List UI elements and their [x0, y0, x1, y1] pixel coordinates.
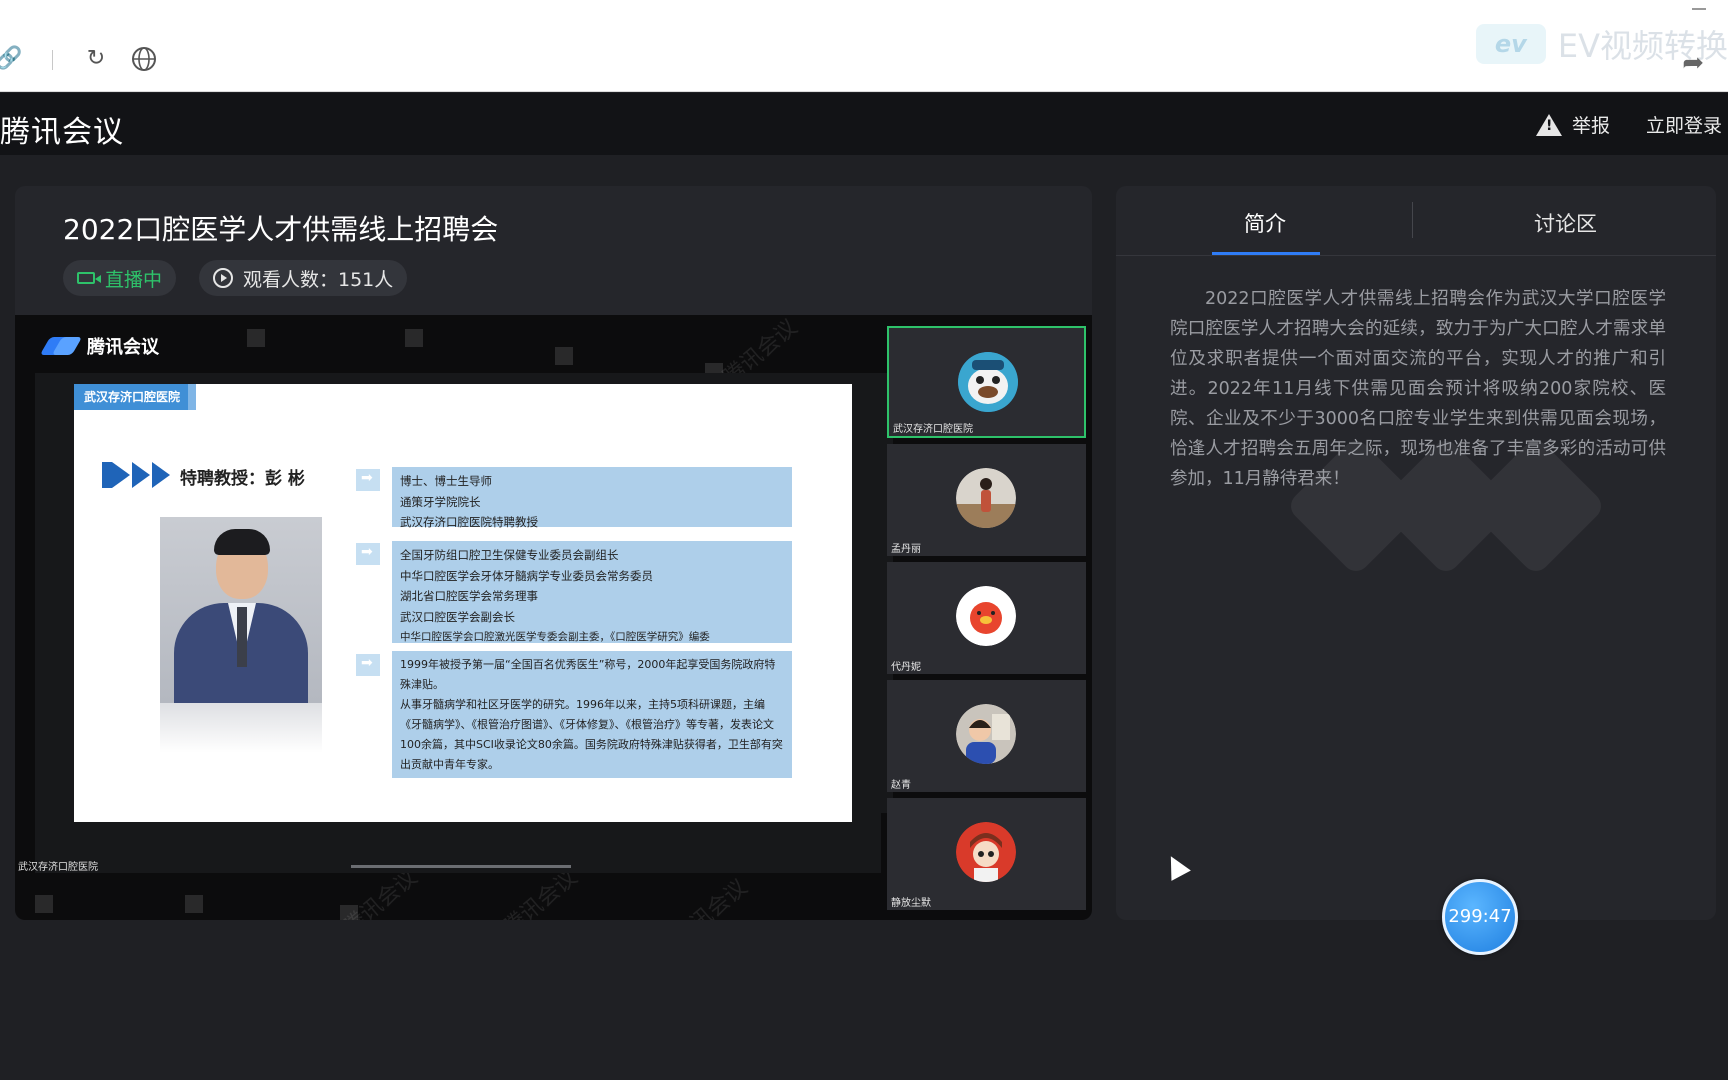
participant-list: 武汉存济口腔医院 孟丹丽 代丹妮 赵青 静放尘默 — [887, 326, 1087, 910]
tab-intro[interactable]: 简介 — [1244, 208, 1286, 238]
person-avatar-icon — [956, 468, 1016, 528]
info-block: 博士、博士生导师 通策牙学院院长 武汉存济口腔医院特聘教授 — [392, 467, 792, 529]
slide-scrollbar[interactable] — [351, 865, 571, 868]
info-line: 中华口腔医学会口腔激光医学专委会副主委，《口腔医学研究》编委 — [400, 631, 710, 643]
meeting-logo-text: 腾讯会议 — [87, 337, 159, 358]
login-button[interactable]: 立即登录 — [1646, 111, 1722, 138]
info-line: 从事牙髓病学和社区牙医学的研究。1996年以来，主持5项科研课题，主编《牙髓病学… — [400, 698, 783, 771]
live-badge: 直播中 — [63, 260, 177, 296]
intro-text: 2022口腔医学人才供需线上招聘会作为武汉大学口腔医学院口腔医学人才招聘大会的延… — [1170, 289, 1666, 489]
professor-photo — [160, 517, 322, 703]
participant-tile[interactable]: 静放尘默 — [887, 798, 1086, 910]
live-panel: 2022口腔医学人才供需线上招聘会 直播中 观看人数：151人 腾讯会议 腾讯会… — [15, 186, 1092, 920]
report-button[interactable]: 举报 — [1536, 111, 1610, 138]
pig-avatar-icon — [956, 586, 1016, 646]
info-line: 湖北省口腔医学会常务理事 — [400, 589, 538, 603]
anime-avatar-icon — [956, 822, 1016, 882]
active-tab-indicator — [1212, 252, 1320, 255]
bullet-arrow-icon — [356, 543, 380, 565]
shared-screen: 武汉存济口腔医院 特聘教授：彭 彬 博士、博士生导师 通策牙学院院长 — [35, 373, 881, 873]
app-title: 腾讯会议 — [0, 115, 124, 150]
info-line: 全国牙防组口腔卫生保健专业委员会副组长 — [400, 548, 619, 562]
photo-reflection — [160, 703, 322, 753]
share-icon[interactable]: ➦ — [1682, 48, 1704, 78]
warning-icon — [1536, 113, 1562, 136]
participant-name: 孟丹丽 — [891, 544, 921, 555]
bullet-arrow-icon — [356, 654, 380, 676]
info-line: 通策牙学院院长 — [400, 494, 481, 509]
presentation-slide: 武汉存济口腔医院 特聘教授：彭 彬 博士、博士生导师 通策牙学院院长 — [74, 384, 852, 822]
globe-icon[interactable] — [129, 44, 159, 74]
bullet-arrow-icon — [356, 469, 380, 491]
camera-icon — [77, 272, 101, 284]
recording-timer[interactable]: 299:47 — [1442, 879, 1518, 955]
participant-tile[interactable]: 孟丹丽 — [887, 444, 1086, 556]
participant-name: 武汉存济口腔医院 — [893, 424, 973, 435]
info-block: 全国牙防组口腔卫生保健专业委员会副组长 中华口腔医学会牙体牙髓病学专业委员会常务… — [392, 541, 792, 643]
slide-arrows-icon — [102, 462, 172, 488]
watermark-mark — [185, 895, 203, 913]
info-block: 1999年被授予第一届“全国百名优秀医生”称号，2000年起享受国务院政府特殊津… — [392, 651, 792, 778]
info-panel: 简介 讨论区 2022口腔医学人才供需线上招聘会作为武汉大学口腔医学院口腔医学人… — [1116, 186, 1716, 920]
toolbar-separator — [52, 50, 53, 70]
info-tabs: 简介 讨论区 — [1116, 186, 1716, 256]
info-line: 武汉存济口腔医院特聘教授 — [400, 515, 538, 529]
app-header: 腾讯会议 举报 立即登录 — [0, 93, 1728, 155]
live-label: 直播中 — [105, 268, 163, 291]
participant-tile[interactable]: 代丹妮 — [887, 562, 1086, 674]
participant-name: 代丹妮 — [891, 662, 921, 673]
watermark-mark — [405, 329, 423, 347]
tab-discussion[interactable]: 讨论区 — [1534, 208, 1597, 238]
video-player[interactable]: 腾讯会议 腾讯会议 腾讯会议 腾讯会议 腾讯会议 武汉存济口腔医院 特聘教授：彭… — [15, 315, 1092, 920]
participant-name: 静放尘默 — [891, 898, 931, 909]
slide-tag: 武汉存济口腔医院 — [74, 384, 197, 410]
ev-logo: ev — [1475, 24, 1546, 64]
viewer-count: 观看人数：151人 — [243, 268, 394, 291]
video-watermark: 腾讯会议 — [668, 875, 753, 920]
participant-tile[interactable]: 武汉存济口腔医院 — [887, 326, 1086, 438]
watermark-mark — [555, 347, 573, 365]
event-title: 2022口腔医学人才供需线上招聘会 — [63, 213, 499, 246]
cartoon-avatar-icon — [958, 352, 1018, 412]
watermark-mark — [35, 895, 53, 913]
refresh-icon[interactable]: ↻ — [81, 44, 111, 74]
speaker-caption: 武汉存济口腔医院 — [18, 862, 98, 873]
info-line: 中华口腔医学会牙体牙髓病学专业委员会常务委员 — [400, 568, 653, 583]
info-line: 1999年被授予第一届“全国百名优秀医生”称号，2000年起享受国务院政府特殊津… — [400, 658, 776, 691]
info-line: 博士、博士生导师 — [400, 474, 492, 488]
tab-divider — [1412, 202, 1413, 238]
participant-name: 赵青 — [891, 780, 911, 791]
child-avatar-icon — [956, 704, 1016, 764]
participant-tile[interactable]: 赵青 — [887, 680, 1086, 792]
report-label: 举报 — [1572, 115, 1611, 137]
minimize-icon[interactable] — [1692, 8, 1706, 10]
play-icon — [213, 268, 233, 288]
tencent-meeting-logo: 腾讯会议 — [39, 333, 159, 359]
viewer-count-badge: 观看人数：151人 — [199, 260, 408, 296]
meeting-logo-icon — [39, 337, 83, 355]
info-line: 武汉口腔医学会副会长 — [400, 609, 515, 624]
watermark-mark — [247, 329, 265, 347]
link-icon[interactable]: 🔗 — [0, 44, 24, 74]
slide-heading: 特聘教授：彭 彬 — [180, 469, 305, 489]
browser-toolbar: 🔗 ↻ ev EV视频转换 ➦ — [0, 0, 1728, 92]
